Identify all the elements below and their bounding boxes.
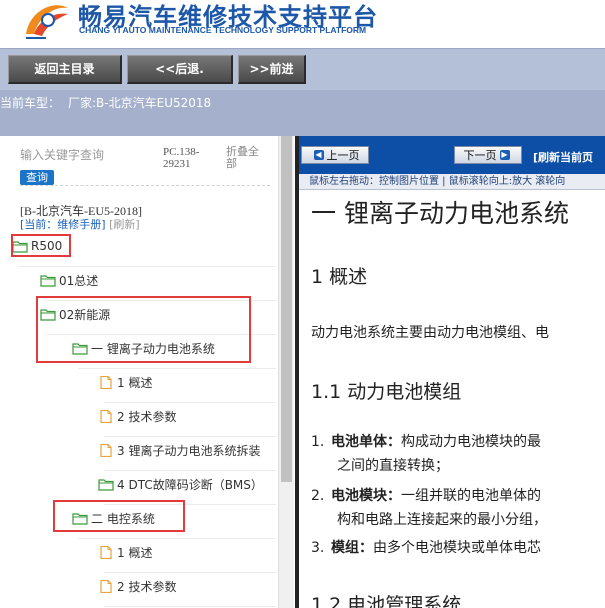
list-item: 3. 模组：由多个电池模块或单体电芯 (311, 536, 541, 560)
folder-icon (98, 478, 114, 491)
list-item: 2. 电池模块：一组并联的电池单体的 构和电路上连接起来的最小分组， (311, 484, 547, 532)
next-page-button[interactable]: 下一页 ▶ (454, 146, 522, 164)
tree-folder[interactable]: 4 DTC故障码诊断（BMS） (98, 474, 263, 494)
divider (20, 185, 270, 186)
doc-title: 一 锂离子动力电池系统 (311, 199, 569, 228)
pc-code: PC.138-29231 (163, 146, 200, 170)
section-heading: 1.2 电池管理系统 (311, 594, 462, 608)
list-term: 电池单体： (331, 434, 401, 450)
tree-folder[interactable]: 02新能源 (40, 304, 110, 324)
prev-page-button[interactable]: ◀ 上一页 (301, 146, 369, 164)
tree-folder[interactable]: 二 电控系统 (72, 508, 155, 528)
list-text: 一组并联的电池单体的 (401, 488, 541, 504)
tree-page[interactable]: 2 技术参数 (98, 576, 176, 596)
refresh-page-button[interactable]: [刷新当前页 (533, 149, 593, 165)
row-divider (104, 572, 276, 573)
document-icon (98, 579, 114, 593)
app-subtitle: CHANG YI AUTO MAINTENANCE TECHNOLOGY SUP… (79, 25, 367, 35)
list-text-continued: 之间的直接转换； (337, 458, 449, 474)
row-divider (104, 402, 276, 403)
row-divider (78, 538, 276, 539)
tree-item-label: 02新能源 (59, 307, 111, 322)
row-divider (104, 436, 276, 437)
folder-icon (40, 308, 56, 321)
document-content: 一 锂离子动力电池系统 1 概述 动力电池系统主要由动力电池模组、电 1.1 动… (299, 190, 605, 608)
row-divider (18, 266, 276, 267)
arrow-left-icon: ◀ (313, 150, 324, 160)
arrow-right-icon: ▶ (499, 150, 510, 160)
document-panel: ◀ 上一页 下一页 ▶ [刷新当前页 鼠标左右拖动：控制图片位置 | 鼠标滚轮向… (295, 136, 605, 608)
list-term: 模组： (331, 540, 373, 556)
back-button[interactable]: <<后退. (127, 55, 233, 84)
tree-folder[interactable]: 一 锂离子动力电池系统 (72, 338, 215, 358)
home-button[interactable]: 返回主目录 (8, 55, 122, 84)
tree-item-label: 二 电控系统 (91, 511, 155, 526)
folder-icon (40, 274, 56, 287)
folder-icon (72, 342, 88, 355)
search-button[interactable]: 查询 (20, 170, 54, 185)
tree-item-label: 一 锂离子动力电池系统 (91, 341, 215, 356)
collapse-all-button[interactable]: 折叠全部 (226, 146, 266, 170)
catalog-panel: 查询 PC.138-29231 折叠全部 [B-北京汽车-EU5-2018] [… (0, 136, 294, 608)
tree-item-label: 2 技术参数 (117, 409, 177, 424)
current-model-value: 厂家:B-北京汽车EU52018 (68, 96, 212, 110)
row-divider (104, 606, 276, 607)
scrollbar[interactable] (278, 136, 294, 608)
list-number: 3. (311, 540, 325, 556)
row-divider (46, 300, 276, 301)
next-page-label: 下一页 (463, 149, 497, 162)
tree-item-label: 3 锂离子动力电池系统拆装 (117, 443, 261, 458)
forward-button[interactable]: >>前进 (238, 55, 306, 84)
logo-icon (26, 5, 68, 39)
list-text: 构成动力电池模块的最 (401, 434, 541, 450)
tree-item-label: 1 概述 (117, 545, 153, 560)
tree-item-label: 1 概述 (117, 375, 153, 390)
section-heading: 1.1 动力电池模组 (311, 381, 462, 403)
tree-item-label: 4 DTC故障码诊断（BMS） (117, 477, 263, 492)
tree-item-label: R500 (31, 239, 63, 253)
list-number: 1. (311, 434, 325, 450)
list-item: 1. 电池单体：构成动力电池模块的最 之间的直接转换； (311, 430, 541, 478)
tree-page[interactable]: 2 技术参数 (98, 406, 176, 426)
toolbar: 返回主目录 <<后退. >>前进 (0, 48, 605, 90)
section-heading: 1 概述 (311, 266, 368, 288)
document-icon (98, 443, 114, 457)
book-status: [当前：维修手册] [刷新] (20, 218, 140, 231)
document-icon (98, 545, 114, 559)
search-area: 查询 PC.138-29231 折叠全部 (20, 146, 270, 190)
current-manual-label: [当前：维修手册] (20, 218, 106, 231)
tree-folder[interactable]: R500 (12, 236, 62, 256)
row-divider (46, 334, 276, 335)
row-divider (78, 368, 276, 369)
tree-page[interactable]: 3 锂离子动力电池系统拆装 (98, 440, 260, 460)
folder-icon (72, 512, 88, 525)
paragraph: 动力电池系统主要由动力电池模组、电 (311, 325, 549, 341)
folder-icon (12, 240, 28, 253)
tree-page[interactable]: 1 概述 (98, 372, 152, 392)
tree-folder[interactable]: 01总述 (40, 270, 98, 290)
row-divider (104, 470, 276, 471)
book-title: [B-北京汽车-EU5-2018] (20, 204, 142, 218)
list-number: 2. (311, 488, 325, 504)
document-icon (98, 375, 114, 389)
refresh-link[interactable]: [刷新] (109, 218, 140, 231)
current-model-label: 当前车型： (0, 96, 61, 110)
header: 畅易汽车维修技术支持平台 CHANG YI AUTO MAINTENANCE T… (0, 0, 605, 48)
page-nav-bar: ◀ 上一页 下一页 ▶ [刷新当前页 (299, 136, 605, 174)
row-divider (104, 504, 276, 505)
tree-item-label: 01总述 (59, 273, 99, 288)
tree-page[interactable]: 1 概述 (98, 542, 152, 562)
scrollbar-thumb[interactable] (281, 136, 292, 482)
list-text-continued: 构和电路上连接起来的最小分组， (337, 512, 547, 528)
hint-bar: 鼠标左右拖动：控制图片位置 | 鼠标滚轮向上:放大 滚轮向 (299, 174, 605, 190)
search-input[interactable] (20, 146, 160, 164)
list-term: 电池模块： (331, 488, 401, 504)
tree-item-label: 2 技术参数 (117, 579, 177, 594)
current-model-bar: 当前车型： 厂家:B-北京汽车EU52018 (0, 90, 605, 136)
document-icon (98, 409, 114, 423)
prev-page-label: 上一页 (326, 149, 360, 162)
list-text: 由多个电池模块或单体电芯 (373, 540, 541, 556)
